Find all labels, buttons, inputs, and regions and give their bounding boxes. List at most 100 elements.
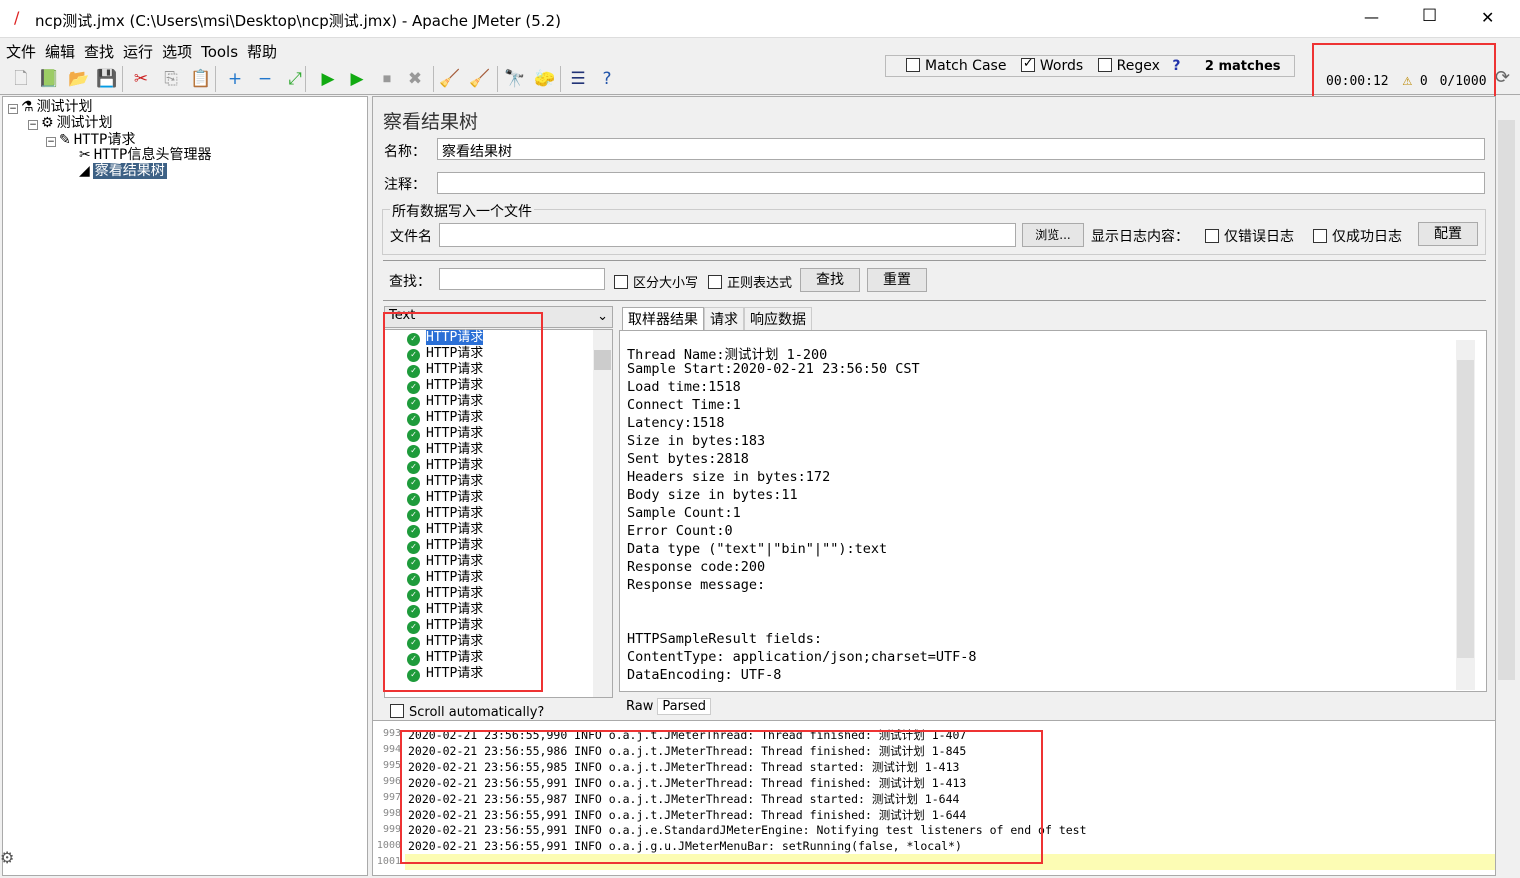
toolbar-separator bbox=[305, 66, 306, 92]
search-bar: Match Case Words Regex ? 2 matches bbox=[885, 55, 1295, 77]
stop-icon[interactable]: ⏹ bbox=[376, 68, 398, 90]
file-input[interactable] bbox=[439, 223, 1016, 247]
toolbar-separator bbox=[122, 66, 123, 92]
detail-line: DataEncoding: UTF-8 bbox=[627, 667, 782, 683]
errors-only-checkbox[interactable]: 仅错误日志 bbox=[1205, 226, 1294, 246]
open-icon[interactable]: 📂 bbox=[68, 68, 90, 90]
minimize-button[interactable]: — bbox=[1364, 8, 1379, 26]
toggle-icon[interactable]: ⤢ bbox=[284, 68, 306, 90]
log-scrollbar[interactable] bbox=[1496, 722, 1515, 874]
chevron-down-icon: ⌄ bbox=[597, 309, 608, 324]
menu-search[interactable]: 查找 bbox=[84, 43, 114, 61]
divider bbox=[383, 300, 1486, 301]
regex-checkbox[interactable]: Regex bbox=[1097, 58, 1160, 74]
collapse-toggle-icon[interactable]: − bbox=[46, 137, 56, 147]
jmeter-logo-icon: / bbox=[14, 8, 20, 27]
detail-line: Sent bytes:2818 bbox=[627, 451, 749, 467]
highlight-box-results bbox=[383, 312, 543, 692]
detail-line: Thread Name:测试计划 1-200 bbox=[627, 347, 828, 363]
menu-file[interactable]: 文件 bbox=[6, 43, 36, 61]
shutdown-icon[interactable]: ✖ bbox=[404, 68, 426, 90]
save-icon[interactable]: 💾 bbox=[96, 68, 118, 90]
reset-button[interactable]: 重置 bbox=[867, 268, 927, 292]
scroll-auto-checkbox[interactable]: Scroll automatically? bbox=[390, 704, 544, 720]
help-link[interactable]: ? bbox=[1172, 58, 1180, 74]
match-count: 2 matches bbox=[1204, 59, 1281, 74]
detail-line: Sample Start:2020-02-21 23:56:50 CST bbox=[627, 361, 920, 377]
cut-icon[interactable]: ✂ bbox=[130, 68, 152, 90]
tab-parsed[interactable]: Parsed bbox=[657, 698, 711, 715]
detail-scrollbar[interactable] bbox=[1456, 340, 1475, 690]
find-input[interactable] bbox=[439, 268, 605, 290]
start-icon[interactable]: ▶ bbox=[317, 68, 339, 90]
log-content-label: 显示日志内容： bbox=[1091, 229, 1189, 245]
new-icon[interactable]: 🗋 bbox=[10, 68, 32, 90]
close-button[interactable]: ✕ bbox=[1481, 8, 1494, 27]
tree-node[interactable]: ◢ 察看结果树 bbox=[66, 160, 167, 180]
help-icon[interactable]: ? bbox=[596, 68, 618, 90]
collapse-toggle-icon[interactable]: − bbox=[28, 120, 38, 130]
templates-icon[interactable]: 📗 bbox=[38, 68, 60, 90]
clear-all-icon[interactable]: 🧹 bbox=[469, 68, 491, 90]
detail-line: Size in bytes:183 bbox=[627, 433, 766, 449]
menu-tools[interactable]: Tools bbox=[201, 43, 238, 61]
collapse-icon[interactable]: − bbox=[254, 68, 276, 90]
log-line-number: 997 bbox=[382, 792, 401, 803]
name-input[interactable]: 察看结果树 bbox=[437, 138, 1485, 160]
tab-response-data[interactable]: 响应数据 bbox=[744, 307, 812, 331]
browse-button[interactable]: 浏览... bbox=[1022, 223, 1084, 247]
copy-icon[interactable]: ⎘ bbox=[160, 68, 182, 90]
collapse-toggle-icon[interactable]: − bbox=[8, 104, 18, 114]
paste-icon[interactable]: 📋 bbox=[190, 68, 212, 90]
toolbar-separator bbox=[497, 66, 498, 92]
tab-sampler-result[interactable]: 取样器结果 bbox=[622, 307, 704, 331]
success-only-checkbox[interactable]: 仅成功日志 bbox=[1313, 226, 1402, 246]
reset-search-icon[interactable]: 🧽 bbox=[534, 68, 556, 90]
detail-line: Latency:1518 bbox=[627, 415, 725, 431]
detail-tabs: 取样器结果 请求 响应数据 bbox=[622, 307, 812, 331]
window-title: ncp测试.jmx (C:\Users\msi\Desktop\ncp测试.jm… bbox=[35, 12, 561, 30]
clear-icon[interactable]: 🧹 bbox=[439, 68, 461, 90]
tab-request[interactable]: 请求 bbox=[704, 307, 744, 331]
file-label: 文件名 bbox=[390, 229, 432, 245]
title-bar: / ncp测试.jmx (C:\Users\msi\Desktop\ncp测试.… bbox=[0, 0, 1520, 38]
comment-input[interactable] bbox=[437, 172, 1485, 194]
find-button[interactable]: 查找 bbox=[800, 268, 860, 292]
expand-icon[interactable]: + bbox=[224, 68, 246, 90]
log-line-number: 998 bbox=[382, 808, 401, 819]
log-line-number: 1001 bbox=[376, 856, 401, 867]
highlight-box-log bbox=[400, 730, 1043, 864]
detail-line: Error Count:0 bbox=[627, 523, 733, 539]
tab-raw[interactable]: Raw bbox=[622, 699, 657, 714]
menu-help[interactable]: 帮助 bbox=[247, 43, 277, 61]
find-label: 查找： bbox=[389, 274, 431, 290]
test-plan-tree bbox=[2, 96, 368, 876]
configure-button[interactable]: 配置 bbox=[1418, 222, 1478, 246]
regex-find-checkbox[interactable]: 正则表达式 bbox=[708, 272, 792, 291]
log-line-number: 1000 bbox=[376, 840, 401, 851]
refresh-icon[interactable]: ⟳ bbox=[1495, 67, 1510, 88]
log-line-number: 993 bbox=[382, 728, 401, 739]
detail-line: Data type ("text"|"bin"|""):text bbox=[627, 541, 888, 557]
search-icon[interactable]: 🔭 bbox=[504, 68, 526, 90]
start-no-pause-icon[interactable]: ▶ bbox=[346, 68, 368, 90]
words-checkbox[interactable]: Words bbox=[1020, 56, 1083, 74]
menu-options[interactable]: 选项 bbox=[162, 43, 192, 61]
match-case-checkbox[interactable]: Match Case bbox=[906, 58, 1006, 74]
chart-icon: ◢ bbox=[79, 163, 90, 179]
detail-line: Sample Count:1 bbox=[627, 505, 741, 521]
detail-line: Response message: bbox=[627, 577, 766, 593]
detail-line: HTTPSampleResult fields: bbox=[627, 631, 823, 647]
menu-edit[interactable]: 编辑 bbox=[45, 43, 75, 61]
menu-run[interactable]: 运行 bbox=[123, 43, 153, 61]
function-helper-icon[interactable]: ☰ bbox=[567, 68, 589, 90]
panel-title: 察看结果树 bbox=[383, 111, 479, 133]
maximize-button[interactable]: ☐ bbox=[1422, 6, 1437, 26]
case-sensitive-checkbox[interactable]: 区分大小写 bbox=[614, 272, 698, 291]
settings-icon[interactable]: ⚙ bbox=[0, 848, 14, 867]
results-scrollbar[interactable] bbox=[593, 330, 612, 697]
comment-label: 注释： bbox=[384, 177, 426, 193]
detail-line: Response code:200 bbox=[627, 559, 766, 575]
detail-line: Load time:1518 bbox=[627, 379, 741, 395]
panel-scrollbar[interactable] bbox=[1497, 100, 1516, 715]
